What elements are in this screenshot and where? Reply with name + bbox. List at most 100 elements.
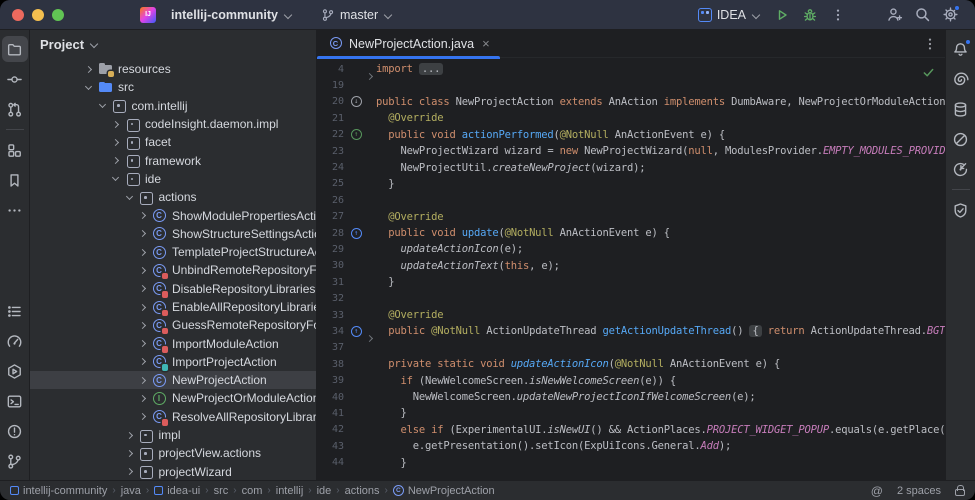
chevron-collapsed-icon[interactable] [136,263,150,277]
tree-item-importprojectaction[interactable]: CImportProjectAction [30,353,316,371]
more-tool-button[interactable] [2,197,28,223]
tree-item-codeinsight-daemon-impl[interactable]: codeInsight.daemon.impl [30,115,316,133]
chevron-collapsed-icon[interactable] [136,337,150,351]
problems-tool-button[interactable] [2,418,28,444]
code-line-37[interactable]: 37 [317,340,945,356]
code-line-32[interactable]: 32 [317,290,945,306]
tree-item-showmodulepropertiesaction[interactable]: CShowModulePropertiesAction [30,206,316,224]
run-button[interactable] [769,2,795,28]
code-line-22[interactable]: 22↑ public void actionPerformed(@NotNull… [317,127,945,143]
code-with-me-button[interactable] [881,2,907,28]
tree-item-newprojectaction[interactable]: CNewProjectAction [30,371,316,389]
code-line-26[interactable]: 26 [317,192,945,208]
pull-requests-tool-button[interactable] [2,96,28,122]
tab-close-icon[interactable]: × [482,36,490,51]
tree-item-actions[interactable]: actions [30,188,316,206]
shield-check-tool-button[interactable] [948,197,974,223]
code-line-28[interactable]: 28↑ public void update(@NotNull AnAction… [317,225,945,241]
chevron-collapsed-icon[interactable] [136,300,150,314]
breadcrumb-item-actions[interactable]: actions [345,485,380,497]
todo-tool-button[interactable] [2,298,28,324]
code-line-42[interactable]: 42 else if (ExperimentalUI.isNewUI() && … [317,422,945,438]
tree-item-enableallrepositorylibrariessharing[interactable]: CEnableAllRepositoryLibrariesSharing [30,298,316,316]
chevron-collapsed-icon[interactable] [123,465,137,479]
chevron-collapsed-icon[interactable] [136,318,150,332]
indent-indicator[interactable]: 2 spaces [897,485,941,497]
code-line-24[interactable]: 24 NewProjectUtil.createNewProject(wizar… [317,159,945,175]
settings-button[interactable] [937,2,963,28]
code-line-41[interactable]: 41 } [317,405,945,421]
code-line-29[interactable]: 29 updateActionIcon(e); [317,241,945,257]
more-actions-button[interactable] [825,2,851,28]
code-line-33[interactable]: 33 @Override [317,307,945,323]
inspections-ok-icon[interactable] [922,66,935,79]
code-line-23[interactable]: 23 NewProjectWizard wizard = new NewProj… [317,143,945,159]
tree-item-src[interactable]: src [30,78,316,96]
implemented-marker-icon[interactable]: ↓ [349,96,363,107]
breadcrumb-item-src[interactable]: src [214,485,229,497]
tab-options-button[interactable] [923,37,937,51]
tree-item-showstructuresettingsaction[interactable]: CShowStructureSettingsAction [30,225,316,243]
chevron-expanded-icon[interactable] [123,190,137,204]
close-window-button[interactable] [12,9,24,21]
tree-item-com-intellij[interactable]: com.intellij [30,97,316,115]
breadcrumb-item-intellij-community[interactable]: intellij-community [10,485,107,497]
breadcrumb-item-idea-ui[interactable]: idea-ui [154,485,200,497]
tree-item-unbindremoterepositoryformodule[interactable]: CUnbindRemoteRepositoryForModule [30,261,316,279]
overrides-marker-icon[interactable]: ↑ [349,326,363,337]
overrides-marker-icon[interactable]: ↑ [349,129,363,140]
chevron-expanded-icon[interactable] [109,172,123,186]
chevron-collapsed-icon[interactable] [109,135,123,149]
breadcrumb-item-intellij[interactable]: intellij [276,485,304,497]
breadcrumb-item-ide[interactable]: ide [317,485,332,497]
chevron-collapsed-icon[interactable] [82,62,96,76]
tree-item-projectview-actions[interactable]: projectView.actions [30,444,316,462]
tree-item-resources[interactable]: resources [30,60,316,78]
code-line-40[interactable]: 40 NewWelcomeScreen.updateNewProjectIcon… [317,389,945,405]
tree-item-resolveallrepositorylibraries[interactable]: CResolveAllRepositoryLibraries [30,408,316,426]
services-tool-button[interactable] [2,358,28,384]
chevron-expanded-icon[interactable] [82,80,96,94]
version-control-tool-button[interactable] [2,448,28,474]
chevron-collapsed-icon[interactable] [136,373,150,387]
code-line-20[interactable]: 20↓public class NewProjectAction extends… [317,94,945,110]
breadcrumb-item-java[interactable]: java [121,485,141,497]
tree-item-projectwizard[interactable]: projectWizard [30,463,316,480]
code-editor[interactable]: 4import ...1920↓public class NewProjectA… [317,58,945,480]
chevron-collapsed-icon[interactable] [136,410,150,424]
notifications-tool-button[interactable] [948,36,974,62]
tree-item-framework[interactable]: framework [30,151,316,169]
write-lock-icon[interactable] [955,489,965,496]
chevron-collapsed-icon[interactable] [136,227,150,241]
breadcrumb-item-newprojectaction[interactable]: CNewProjectAction [393,485,495,497]
at-sign-indicator[interactable]: @ [871,484,883,498]
commit-tool-button[interactable] [2,66,28,92]
code-line-30[interactable]: 30 updateActionText(this, e); [317,258,945,274]
debug-button[interactable] [797,2,823,28]
tree-item-newprojectormoduleaction[interactable]: INewProjectOrModuleAction [30,389,316,407]
code-line-25[interactable]: 25 } [317,176,945,192]
tree-item-facet[interactable]: facet [30,133,316,151]
tree-item-templateprojectstructureaction[interactable]: CTemplateProjectStructureAction [30,243,316,261]
ai-assistant-tool-button[interactable] [948,66,974,92]
chevron-collapsed-icon[interactable] [136,245,150,259]
chevron-collapsed-icon[interactable] [109,154,123,168]
code-line-4[interactable]: 4import ... [317,61,945,77]
project-widget[interactable]: intellij-community [164,5,300,25]
search-everywhere-button[interactable] [909,2,935,28]
profiler-tool-button[interactable] [2,328,28,354]
bookmarks-tool-button[interactable] [2,167,28,193]
project-tool-button[interactable] [2,36,28,62]
code-line-31[interactable]: 31 } [317,274,945,290]
chevron-collapsed-icon[interactable] [123,446,137,460]
code-line-43[interactable]: 43 e.getPresentation().setIcon(ExpUiIcon… [317,438,945,454]
run-configuration-widget[interactable]: IDEA [692,6,767,24]
no-entry-tool-button[interactable] [948,126,974,152]
code-line-21[interactable]: 21 @Override [317,110,945,126]
chevron-expanded-icon[interactable] [96,99,110,113]
branch-widget[interactable]: master [314,5,400,25]
chevron-collapsed-icon[interactable] [123,428,137,442]
overrides-marker-icon[interactable]: ↑ [349,228,363,239]
tree-item-ide[interactable]: ide [30,170,316,188]
database-tool-button[interactable] [948,96,974,122]
